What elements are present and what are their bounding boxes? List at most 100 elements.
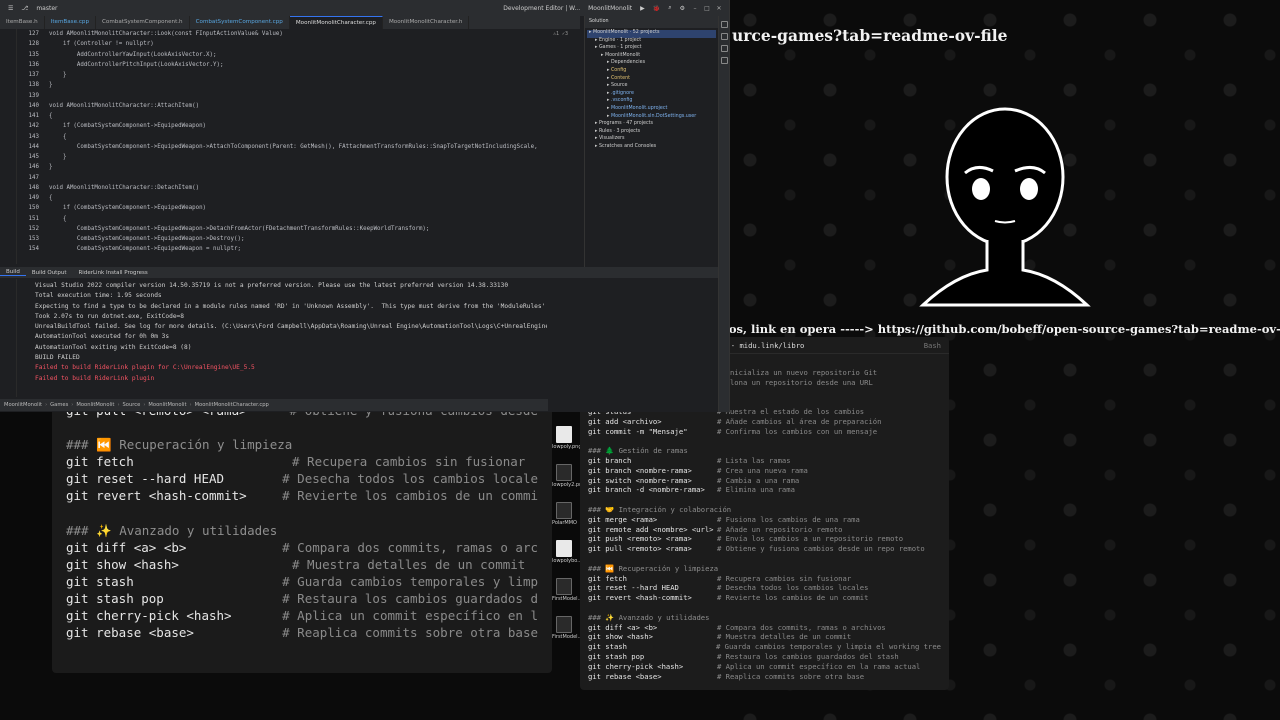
search-icon[interactable]: ⌕ bbox=[668, 4, 671, 12]
terminal-row bbox=[588, 495, 941, 505]
terminal-row: git rebase <base> # Reaplica commits sobr… bbox=[588, 672, 941, 682]
solution-tree-node[interactable]: ▸ Visualizers bbox=[587, 136, 716, 144]
solution-tree-node[interactable]: ▸ Games · 1 project bbox=[587, 45, 716, 53]
minimize-button[interactable]: – bbox=[689, 5, 701, 12]
desktop-file[interactable]: FirstModel... bbox=[552, 578, 582, 602]
breadcrumb-item[interactable]: MoonlitMonolit bbox=[76, 402, 114, 408]
section-heading: ### 🌲 Gestión de ramas bbox=[588, 446, 688, 456]
section-heading: ### 🤝 Integración y colaboración bbox=[588, 504, 732, 514]
solution-tree-node[interactable]: ▸ MoonlitMonolit · 52 projects bbox=[587, 30, 716, 38]
solution-tree: ▸ MoonlitMonolit · 52 projects ▸ Engine ·… bbox=[585, 28, 718, 154]
editor-tab[interactable]: CombatSystemComponent.h bbox=[96, 16, 190, 29]
command-comment: # Muestra detalles de un commit bbox=[717, 632, 852, 642]
editor-tab[interactable]: ItemBase.cpp bbox=[45, 16, 96, 29]
desktop-file[interactable]: PolarMMO bbox=[552, 502, 577, 526]
solution-node-label: Rules · 3 projects bbox=[598, 128, 641, 134]
hamburger-icon[interactable]: ☰ bbox=[8, 5, 13, 12]
solution-tree-node[interactable]: ▸ .vsconfig bbox=[587, 98, 716, 106]
breadcrumb-item[interactable]: MoonlitMonolitCharacter.cpp bbox=[195, 402, 269, 408]
breadcrumb-separator-icon: › bbox=[117, 402, 120, 408]
line-number: 135 bbox=[28, 51, 39, 58]
breadcrumb-item[interactable]: MoonlitMonolit bbox=[4, 402, 42, 408]
editor-tab[interactable]: MoonlitMonolitCharacter.h bbox=[383, 16, 470, 29]
solution-tree-node[interactable]: ▸ Scratches and Consoles bbox=[587, 144, 716, 152]
code-line: void AMoonlitMonolitCharacter::Look(cons… bbox=[49, 31, 283, 37]
command-comment: # Muestra detalles de un commit bbox=[292, 556, 526, 572]
editor-tab[interactable]: MoonlitMonolitCharacter.cpp bbox=[289, 16, 383, 29]
maximize-button[interactable]: □ bbox=[701, 5, 713, 12]
solution-tree-node[interactable]: ▸ MoonlitMonolit.uproject bbox=[587, 106, 716, 114]
build-tab[interactable]: RiderLink Install Progress bbox=[72, 270, 153, 276]
line-number: 146 bbox=[28, 164, 39, 171]
code-line: CombatSystemComponent->EquipedWeapon->De… bbox=[49, 225, 430, 232]
command-comment: # Elimina una rama bbox=[717, 485, 795, 495]
line-number-gutter: 127 128 135 136 137 138 139 140 141 142 143 144 145 1… bbox=[17, 29, 39, 255]
solution-tree-node[interactable]: ▸ Config bbox=[587, 68, 716, 76]
git-command: git switch <nombre-rama> bbox=[588, 475, 692, 485]
inspection-widget[interactable]: ⚠1 ✓3 bbox=[553, 31, 568, 37]
command-comment: # Guarda cambios temporales y limp bbox=[282, 573, 538, 589]
build-tool-tabs: Build Build Output RiderLink Install Progr… bbox=[0, 267, 718, 278]
notifications-icon[interactable] bbox=[721, 21, 728, 28]
build-output-panel: Visual Studio 2022 compiler version 14.5… bbox=[17, 279, 547, 397]
code-line: { bbox=[49, 195, 53, 201]
branch-selector[interactable]: master bbox=[36, 5, 57, 12]
database-icon[interactable] bbox=[721, 33, 728, 40]
code-line: if (CombatSystemComponent->EquipedWeapon… bbox=[49, 123, 207, 130]
terminal-row: git commit -m "Mensaje" # Confirma los ca… bbox=[588, 427, 941, 437]
git-command: git stash bbox=[66, 573, 134, 589]
editor-tab[interactable]: ItemBase.h bbox=[0, 16, 45, 29]
solution-tree-node[interactable]: ▸ MoonlitMonolit.sln.DotSettings.user bbox=[587, 114, 716, 122]
vcs-branch-icon[interactable]: ⎇ bbox=[21, 5, 28, 12]
build-output-line: BUILD FAILED bbox=[35, 354, 80, 362]
code-lines[interactable]: void AMoonlitMonolitCharacter::Look(cons… bbox=[49, 29, 580, 255]
git-command: git commit -m "Mensaje" bbox=[588, 426, 688, 436]
git-command: git diff <a> <b> bbox=[66, 539, 187, 555]
terminal-row bbox=[588, 436, 941, 446]
solution-node-label: MoonlitMonolit.sln.DotSettings.user bbox=[610, 113, 697, 119]
editor-tab[interactable]: CombatSystemComponent.cpp bbox=[190, 16, 290, 29]
run-icon[interactable]: ▶ bbox=[640, 5, 645, 12]
solution-node-label: Config bbox=[610, 67, 627, 73]
terminal-row bbox=[66, 506, 538, 523]
banner-top-text: urce-games?tab=readme-ov-file bbox=[732, 26, 1008, 45]
run-target-selector[interactable]: MoonlitMonolit bbox=[588, 5, 632, 12]
settings-icon[interactable]: ⚙ bbox=[680, 5, 685, 12]
vtuber-avatar bbox=[919, 107, 1091, 307]
config-selector[interactable]: Development Editor | W... bbox=[503, 5, 580, 12]
breadcrumb-item[interactable]: Source bbox=[123, 402, 141, 408]
terminal-row: git diff <a> <b> # Compara dos commits, r… bbox=[66, 540, 538, 557]
solution-node-label: .vsconfig bbox=[610, 98, 633, 104]
solution-tree-node[interactable]: ▸ Dependencies bbox=[587, 60, 716, 68]
file-label: FirstModel... bbox=[552, 634, 583, 640]
desktop-file[interactable]: lowpoly.png bbox=[552, 426, 582, 450]
code-line: } bbox=[49, 164, 53, 171]
solution-tree-node[interactable]: ▸ Source bbox=[587, 83, 716, 91]
build-tab[interactable]: Build Output bbox=[26, 270, 73, 276]
build-tab[interactable]: Build bbox=[0, 269, 26, 276]
terminal-row: git show <hash> # Muestra detalles de un … bbox=[66, 557, 538, 574]
code-line: if (CombatSystemComponent->EquipedWeapon… bbox=[49, 205, 207, 212]
code-line: CombatSystemComponent->EquipedWeapon->De… bbox=[49, 236, 245, 242]
desktop-file[interactable]: FirstModel... bbox=[552, 616, 583, 640]
command-comment: # Revierte los cambios de un commi bbox=[282, 488, 538, 504]
breadcrumb-item[interactable]: MoonlitMonolit bbox=[148, 402, 186, 408]
solution-tree-node[interactable]: ▸ Programs · 47 projects bbox=[587, 121, 716, 129]
terminal-row: git stash pop # Restaura los cambios guar… bbox=[66, 591, 538, 608]
solution-node-label: Visualizers bbox=[598, 136, 625, 142]
terminal-row: git revert <hash-commit> # Revierte los c… bbox=[66, 488, 538, 505]
ai-assistant-icon[interactable] bbox=[721, 45, 728, 52]
debug-icon[interactable]: 🐞 bbox=[653, 5, 660, 12]
solution-node-label: Programs · 47 projects bbox=[598, 121, 654, 127]
desktop-file[interactable]: lowpolybo... bbox=[552, 540, 582, 564]
build-tool-strip bbox=[0, 279, 17, 397]
desktop-file[interactable]: lowpoly2.png bbox=[552, 464, 585, 488]
structure-icon[interactable] bbox=[721, 57, 728, 64]
line-number: 140 bbox=[28, 102, 39, 109]
close-button[interactable]: ✕ bbox=[713, 5, 725, 12]
breadcrumb-item[interactable]: Games bbox=[50, 402, 68, 408]
code-editor[interactable]: 127 128 135 136 137 138 139 140 141 142 143 144 145 1… bbox=[17, 29, 580, 264]
line-number: 147 bbox=[28, 174, 39, 181]
line-number: 151 bbox=[28, 215, 39, 222]
